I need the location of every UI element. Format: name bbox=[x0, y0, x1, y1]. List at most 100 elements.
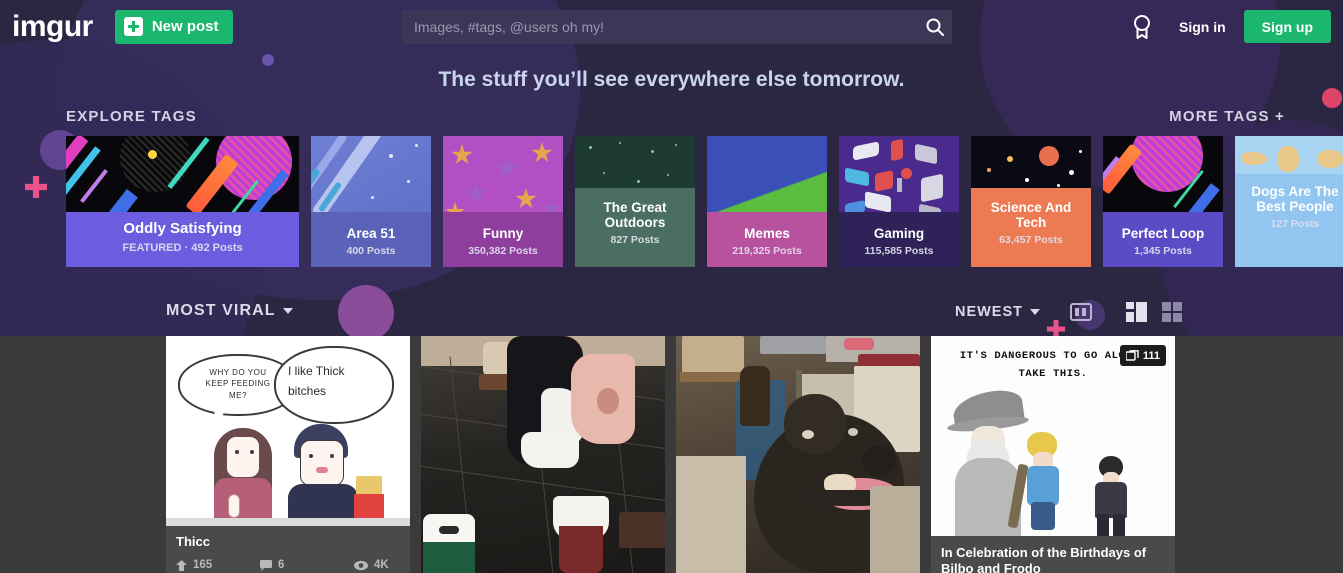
plus-square-icon bbox=[123, 17, 143, 36]
post-comments-value: 6 bbox=[278, 559, 285, 572]
post-points: 165 bbox=[176, 559, 260, 571]
tag-meta: The Great Outdoors 827 Posts bbox=[575, 188, 695, 267]
tag-count: 1,345 Posts bbox=[1134, 245, 1192, 258]
search-bar[interactable] bbox=[402, 10, 952, 44]
tag-name: Science And Tech bbox=[990, 200, 1072, 231]
post-info: Thicc 165 6 4K bbox=[166, 526, 410, 571]
newest-dropdown[interactable]: NEWEST bbox=[955, 304, 1040, 320]
tag-count: 400 Posts bbox=[346, 245, 396, 258]
views-eye-icon bbox=[354, 560, 368, 570]
tag-meta: Science And Tech 63,457 Posts bbox=[971, 188, 1091, 267]
post-thumbnail[interactable]: WHY DO YOU KEEP FEEDING ME? I like Thick… bbox=[166, 336, 410, 526]
post-info: In Celebration of the Birthdays of Bilbo… bbox=[931, 536, 1175, 573]
filmstrip-icon[interactable] bbox=[1070, 303, 1092, 321]
tag-meta: Area 51 400 Posts bbox=[311, 212, 431, 267]
tag-card-area-51[interactable]: Area 51 400 Posts bbox=[311, 136, 431, 267]
explore-tags-label: EXPLORE TAGS bbox=[66, 108, 197, 125]
tag-card-gaming[interactable]: Gaming 115,585 Posts bbox=[839, 136, 959, 267]
tag-meta: Memes 219,325 Posts bbox=[707, 212, 827, 267]
tag-meta: Funny 350,382 Posts bbox=[443, 212, 563, 267]
image-count-value: 111 bbox=[1142, 349, 1160, 362]
comic-bubble-right-line2: bitches bbox=[288, 384, 327, 398]
post-title: Thicc bbox=[176, 534, 210, 549]
tag-count: 115,585 Posts bbox=[864, 245, 934, 258]
post-card[interactable]: IT'S DANGEROUS TO GO ALONE, TAKE THIS. 1… bbox=[931, 336, 1175, 573]
search-input[interactable] bbox=[402, 19, 918, 35]
site-header: imgur New post Sign in Sign up bbox=[0, 0, 1343, 53]
view-controls: NEWEST bbox=[955, 302, 1183, 322]
tag-card-oddly-satisfying[interactable]: Oddly Satisfying FEATURED · 492 Posts bbox=[66, 136, 299, 267]
tag-meta: Gaming 115,585 Posts bbox=[839, 212, 959, 267]
hero-tagline: The stuff you’ll see everywhere else tom… bbox=[438, 68, 905, 91]
search-icon[interactable] bbox=[918, 17, 952, 37]
tag-name: Funny bbox=[482, 226, 524, 241]
sort-controls-bar: MOST VIRAL NEWEST bbox=[0, 300, 1343, 334]
tag-card-science-and-tech[interactable]: Science And Tech 63,457 Posts bbox=[971, 136, 1091, 267]
tag-count: FEATURED · 492 Posts bbox=[122, 241, 243, 254]
post-thumbnail[interactable]: IT'S DANGEROUS TO GO ALONE, TAKE THIS. 1… bbox=[931, 336, 1175, 536]
tag-name: Gaming bbox=[873, 226, 925, 241]
post-views: 4K bbox=[354, 559, 389, 571]
post-views-value: 4K bbox=[374, 559, 389, 572]
sign-in-link[interactable]: Sign in bbox=[1179, 19, 1226, 35]
post-thumbnail[interactable] bbox=[421, 336, 665, 573]
post-grid-area: WHY DO YOU KEEP FEEDING ME? I like Thick… bbox=[0, 336, 1343, 573]
tag-meta: Dogs Are The Best People 127 Posts bbox=[1235, 174, 1343, 267]
post-title: In Celebration of the Birthdays of Bilbo… bbox=[941, 545, 1147, 573]
tag-count: 219,325 Posts bbox=[732, 245, 802, 258]
comment-icon bbox=[260, 559, 272, 571]
explore-tags-list: Oddly Satisfying FEATURED · 492 Posts Ar… bbox=[66, 136, 1343, 267]
meme-illustration: IT'S DANGEROUS TO GO ALONE, TAKE THIS. bbox=[931, 336, 1175, 536]
tag-name: Oddly Satisfying bbox=[123, 220, 242, 237]
post-thumbnail[interactable] bbox=[676, 336, 920, 573]
grid-square-icon[interactable] bbox=[1162, 302, 1183, 322]
tag-card-memes[interactable]: Memes 219,325 Posts bbox=[707, 136, 827, 267]
more-tags-link[interactable]: MORE TAGS + bbox=[1169, 108, 1285, 125]
tag-count: 350,382 Posts bbox=[468, 245, 538, 258]
post-points-value: 165 bbox=[193, 559, 213, 572]
meme-line2: TAKE THIS. bbox=[1018, 368, 1088, 380]
upvote-icon bbox=[176, 559, 187, 571]
tag-card-the-great-outdoors[interactable]: The Great Outdoors 827 Posts bbox=[575, 136, 695, 267]
image-count-badge: 111 bbox=[1119, 345, 1166, 366]
photo-content bbox=[421, 336, 665, 573]
post-stats: 165 6 4K bbox=[176, 559, 400, 571]
post-card[interactable] bbox=[421, 336, 665, 573]
award-ribbon-icon[interactable] bbox=[1131, 14, 1153, 40]
tag-count: 63,457 Posts bbox=[999, 234, 1063, 247]
most-viral-label: MOST VIRAL bbox=[166, 302, 276, 319]
tag-card-perfect-loop[interactable]: Perfect Loop 1,345 Posts bbox=[1103, 136, 1223, 267]
tag-name: Memes bbox=[744, 226, 790, 241]
tag-meta: Oddly Satisfying FEATURED · 492 Posts bbox=[66, 212, 299, 267]
images-stack-icon bbox=[1125, 350, 1139, 361]
newest-label: NEWEST bbox=[954, 304, 1023, 320]
tag-name: The Great Outdoors bbox=[603, 200, 667, 231]
comic-illustration: WHY DO YOU KEEP FEEDING ME? I like Thick… bbox=[166, 336, 410, 526]
tag-name: Area 51 bbox=[346, 226, 396, 241]
comic-bubble-right-line1: I like Thick bbox=[288, 364, 345, 378]
decorative-circle bbox=[262, 54, 274, 66]
post-card[interactable]: WHY DO YOU KEEP FEEDING ME? I like Thick… bbox=[166, 336, 410, 573]
tag-count: 827 Posts bbox=[610, 234, 660, 247]
post-grid: WHY DO YOU KEEP FEEDING ME? I like Thick… bbox=[166, 336, 1175, 573]
sign-up-button[interactable]: Sign up bbox=[1243, 10, 1331, 43]
post-card[interactable] bbox=[676, 336, 920, 573]
tag-name: Dogs Are The Best People bbox=[1251, 184, 1339, 215]
imgur-homepage: imgur New post Sign in Sign up bbox=[0, 0, 1343, 573]
most-viral-dropdown[interactable]: MOST VIRAL bbox=[166, 302, 293, 320]
chevron-down-icon bbox=[282, 308, 293, 314]
tag-count: 127 Posts bbox=[1270, 218, 1320, 231]
chevron-down-icon bbox=[1030, 309, 1040, 315]
post-comments: 6 bbox=[260, 559, 354, 571]
tag-meta: Perfect Loop 1,345 Posts bbox=[1103, 212, 1223, 267]
tag-card-dogs-are-the-best-people[interactable]: Dogs Are The Best People 127 Posts bbox=[1235, 136, 1343, 267]
imgur-logo[interactable]: imgur bbox=[12, 11, 93, 42]
explore-tags-header: EXPLORE TAGS MORE TAGS + bbox=[0, 108, 1343, 130]
new-post-button[interactable]: New post bbox=[114, 9, 233, 44]
header-right-actions: Sign in Sign up bbox=[1131, 0, 1331, 53]
tag-card-funny[interactable]: Funny 350,382 Posts bbox=[443, 136, 563, 267]
new-post-label: New post bbox=[151, 18, 219, 35]
tag-name: Perfect Loop bbox=[1121, 226, 1205, 241]
grid-mixed-icon[interactable] bbox=[1126, 302, 1148, 322]
photo-content bbox=[676, 336, 920, 573]
